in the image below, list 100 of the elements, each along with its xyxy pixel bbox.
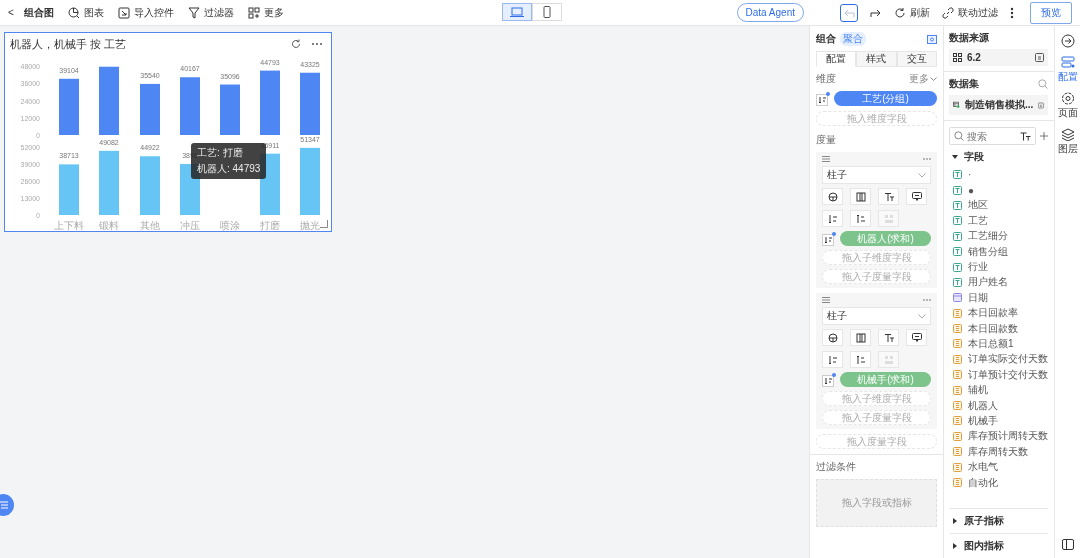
chevron-down-icon xyxy=(918,172,926,178)
field-item[interactable]: 工艺细分 xyxy=(953,228,1045,244)
tooltip-text: 工艺: 打磨 xyxy=(197,146,244,160)
color-option-button[interactable] xyxy=(822,329,843,346)
color-option-button[interactable] xyxy=(822,188,843,205)
field-item[interactable]: 行业 xyxy=(953,259,1045,275)
search-field[interactable]: 搜索 xyxy=(949,127,1036,145)
switch-icon[interactable] xyxy=(1035,53,1044,62)
switch-icon[interactable] xyxy=(1038,100,1044,110)
redo-icon[interactable] xyxy=(870,7,882,18)
tooltip-option-button[interactable] xyxy=(906,329,927,346)
blocks-icon xyxy=(883,213,894,224)
search-icon[interactable] xyxy=(1038,79,1048,89)
field-item[interactable]: 水电气 xyxy=(953,459,1045,475)
settings-icon[interactable] xyxy=(927,34,937,44)
device-toggle[interactable] xyxy=(502,3,532,21)
panel-tab[interactable]: 交互 xyxy=(896,51,937,67)
number-field-icon xyxy=(953,354,962,364)
refresh-icon[interactable] xyxy=(291,39,301,49)
category-label: 锻料 xyxy=(99,220,119,231)
number-field-icon xyxy=(953,308,962,318)
panel-tab[interactable]: 样式 xyxy=(856,51,897,67)
field-item[interactable]: ● xyxy=(953,182,1045,198)
section-toggle[interactable]: 原子指标 xyxy=(950,508,1048,533)
text-field-icon xyxy=(953,277,962,287)
add-icon[interactable] xyxy=(1040,131,1048,141)
sort-icon[interactable] xyxy=(822,372,836,387)
field-item[interactable]: 自动化 xyxy=(953,474,1045,491)
filter-icon xyxy=(187,6,200,19)
field-item[interactable]: 本日回款率 xyxy=(953,305,1045,321)
back-button[interactable]: < xyxy=(8,7,14,18)
more-icon[interactable] xyxy=(311,42,323,46)
sidebar-tab[interactable]: 图层 xyxy=(1055,128,1080,156)
sidebar-tab[interactable]: 页面 xyxy=(1055,92,1080,120)
toolbar-button[interactable]: 导入控件 xyxy=(117,5,174,20)
field-item[interactable]: 日期 xyxy=(953,290,1045,306)
more-dropdown[interactable]: 更多 xyxy=(909,72,937,86)
category-label: 打磨 xyxy=(260,220,280,231)
number-field-icon xyxy=(953,370,962,380)
chart-type-select[interactable]: 柱子 xyxy=(822,307,931,325)
data-source-selector[interactable]: 6.2 xyxy=(949,49,1048,66)
more-menu-icon[interactable] xyxy=(1010,6,1014,19)
resize-handle-icon[interactable] xyxy=(320,220,328,228)
color-icon xyxy=(827,191,838,202)
number-field-icon xyxy=(953,401,962,411)
drag-handle-icon[interactable] xyxy=(822,156,830,162)
field-group-toggle[interactable]: 字段 xyxy=(944,148,1054,166)
label-option-button[interactable] xyxy=(878,188,899,205)
tooltip-option-button[interactable] xyxy=(906,188,927,205)
section-toggle[interactable]: 图内指标 xyxy=(950,533,1048,558)
dataset-selector[interactable]: 制造销售模拟... xyxy=(949,95,1048,115)
preview-button[interactable]: 预览 xyxy=(1030,1,1072,24)
device-toggle[interactable] xyxy=(532,3,562,21)
field-item[interactable]: 本日总额1 xyxy=(953,336,1045,352)
text-field-icon xyxy=(953,170,962,180)
label-option-button[interactable] xyxy=(878,329,899,346)
sort-icon[interactable] xyxy=(822,231,836,246)
section-heading: 数据来源 xyxy=(949,31,990,45)
sort-option-button[interactable] xyxy=(822,351,843,368)
field-item[interactable]: 机械手 xyxy=(953,413,1045,429)
field-item[interactable]: 库存周转天数 xyxy=(953,444,1045,460)
text-size-icon xyxy=(883,332,894,343)
size-option-button[interactable] xyxy=(850,188,871,205)
size-option-button[interactable] xyxy=(850,329,871,346)
field-item[interactable]: 机器人 xyxy=(953,397,1045,414)
field-item[interactable]: 地区 xyxy=(953,197,1045,214)
number-field-icon xyxy=(953,462,962,472)
text-field-icon xyxy=(953,216,962,226)
data-source-name: 6.2 xyxy=(967,52,982,63)
tooltip-text: 机器人: 44793 xyxy=(197,162,261,176)
text-field-icon xyxy=(953,231,962,241)
sort-option-button[interactable] xyxy=(850,351,871,368)
sidebar-tab[interactable]: 配置 xyxy=(1055,56,1080,84)
refresh-button[interactable]: 刷新 xyxy=(894,5,930,20)
panel-layout-icon[interactable] xyxy=(1061,539,1074,550)
sort-option-button[interactable] xyxy=(822,210,843,227)
text-size-icon xyxy=(883,191,894,202)
sort-icon[interactable] xyxy=(816,91,830,106)
chevron-down-icon xyxy=(930,76,937,82)
panel-tab[interactable]: 配置 xyxy=(816,51,857,67)
text-field-icon xyxy=(953,247,962,257)
toolbar-button[interactable]: 更多 xyxy=(247,5,284,20)
toolbar-button[interactable]: 图表 xyxy=(67,5,104,20)
sort-descending-icon xyxy=(827,213,838,224)
drag-handle-icon[interactable] xyxy=(822,297,830,303)
field-item[interactable]: · xyxy=(953,167,1045,183)
toolbar-button[interactable]: 过滤器 xyxy=(187,5,234,20)
field-item[interactable]: 用户姓名 xyxy=(953,274,1045,291)
sort-option-button[interactable] xyxy=(850,210,871,227)
text-size-icon[interactable] xyxy=(1020,131,1031,141)
field-item[interactable]: 本日回款数 xyxy=(953,320,1045,337)
field-item[interactable]: 辅机 xyxy=(953,382,1045,398)
chart-type-select[interactable]: 柱子 xyxy=(822,166,931,184)
link-filter-button[interactable]: 联动过滤 xyxy=(942,5,998,20)
search-input[interactable]: 搜索 xyxy=(967,130,1017,142)
field-item[interactable]: 销售分组 xyxy=(953,243,1045,260)
category-label: 喷涂 xyxy=(220,220,240,231)
color-icon xyxy=(827,332,838,343)
page-title: 组合图 xyxy=(23,5,54,20)
field-item[interactable]: 工艺 xyxy=(953,213,1045,229)
